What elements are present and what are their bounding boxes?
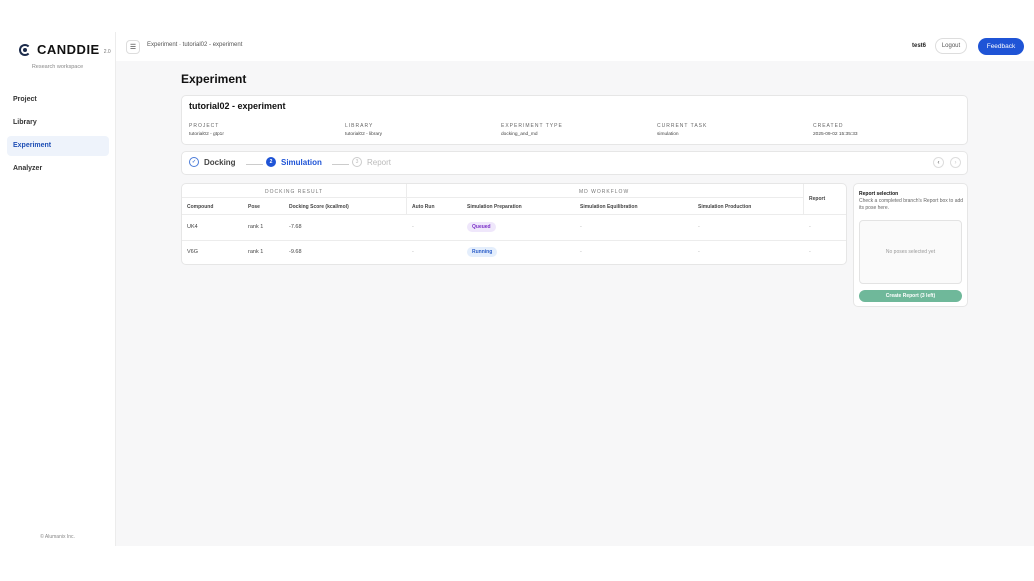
report-selection-panel: Report selection Check a completed branc… <box>853 183 968 307</box>
cell-score: -7.68 <box>289 224 302 230</box>
topbar: ☰ Experiment · tutorial02 - experiment t… <box>116 32 1034 61</box>
cell-report[interactable]: - <box>809 224 811 230</box>
cell-pose: rank 1 <box>248 249 264 255</box>
experiment-info-card: tutorial02 - experiment PROJECT tutorial… <box>181 95 968 145</box>
status-badge-running: Running <box>467 247 498 257</box>
status-badge-queued: Queued <box>467 222 496 232</box>
step-docking[interactable]: ✓ Docking <box>189 157 236 167</box>
cell-auto-run: - <box>412 224 414 230</box>
header-report: Report <box>809 196 826 202</box>
chevron-right-icon: › <box>954 159 957 166</box>
app-window: CANDDIE 2.0 Research workspace Project L… <box>0 32 1034 546</box>
feedback-button[interactable]: Feedback <box>978 38 1024 55</box>
brand-name: CANDDIE <box>37 42 100 57</box>
header-auto-run: Auto Run <box>412 204 435 210</box>
step-label: Docking <box>204 157 236 167</box>
breadcrumb[interactable]: Experiment · tutorial02 - experiment <box>147 42 242 48</box>
step-number-badge: 3 <box>352 157 362 167</box>
hamburger-icon: ☰ <box>129 44 137 51</box>
info-value: 2025-09-02 15:35:33 <box>813 132 858 137</box>
report-panel-description: Check a completed branch's Report box to… <box>859 198 964 211</box>
header-sim-prep: Simulation Preparation <box>467 204 522 210</box>
page-title: Experiment <box>181 72 247 86</box>
step-number-badge: 2 <box>266 157 276 167</box>
info-label: EXPERIMENT TYPE <box>501 123 563 129</box>
group-header-docking: DOCKING RESULT <box>265 189 324 195</box>
info-label: CREATED <box>813 123 844 129</box>
info-label: CURRENT TASK <box>657 123 708 129</box>
cell-report[interactable]: - <box>809 249 811 255</box>
info-created: CREATED 2025-09-02 15:35:33 <box>813 123 858 137</box>
header-divider <box>182 197 803 198</box>
simulation-table: DOCKING RESULT MD WORKFLOW Report Compou… <box>181 183 847 265</box>
cell-score: -9.68 <box>289 249 302 255</box>
sidebar-item-experiment[interactable]: Experiment <box>7 136 109 156</box>
next-step-button[interactable]: › <box>950 157 961 168</box>
copyright: © Alumanix Inc. <box>40 534 75 540</box>
report-panel-title: Report selection <box>859 191 899 197</box>
cell-equil: - <box>580 249 582 255</box>
empty-state-text: No poses selected yet <box>885 249 936 255</box>
column-divider <box>803 184 804 214</box>
brand-subtitle: Research workspace <box>31 64 84 70</box>
cell-equil: - <box>580 224 582 230</box>
brand[interactable]: CANDDIE 2.0 <box>19 42 111 57</box>
sidebar: CANDDIE 2.0 Research workspace Project L… <box>0 32 116 546</box>
cell-auto-run: - <box>412 249 414 255</box>
info-experiment-type: EXPERIMENT TYPE docking_and_md <box>501 123 563 137</box>
info-value: tutorial02 - library <box>345 132 383 137</box>
logout-button[interactable]: Logout <box>935 38 967 54</box>
main-content: ☰ Experiment · tutorial02 - experiment t… <box>116 32 1034 546</box>
info-project: PROJECT tutorial02 - gtp1r <box>189 123 224 137</box>
info-value: simulation <box>657 132 679 137</box>
check-icon: ✓ <box>189 157 199 167</box>
header-pose: Pose <box>248 204 260 210</box>
sidebar-nav: Project Library Experiment Analyzer <box>7 90 109 182</box>
step-label: Simulation <box>281 157 322 167</box>
header-sim-equil: Simulation Equilibration <box>580 204 638 210</box>
info-current-task: CURRENT TASK simulation <box>657 123 707 137</box>
row-divider <box>182 240 846 241</box>
experiment-name: tutorial02 - experiment <box>189 101 286 111</box>
header-sim-prod: Simulation Production <box>698 204 752 210</box>
chevron-left-icon: ‹ <box>937 159 940 166</box>
step-report[interactable]: 3 Report <box>352 157 391 167</box>
sidebar-item-analyzer[interactable]: Analyzer <box>7 159 109 179</box>
selected-poses-box: No poses selected yet <box>859 220 962 284</box>
cell-prod: - <box>698 224 700 230</box>
step-label: Report <box>367 157 392 167</box>
group-header-md: MD WORKFLOW <box>579 189 630 195</box>
header-docking-score: Docking Score (kcal/mol) <box>289 204 349 210</box>
info-value: docking_and_md <box>501 132 538 137</box>
info-label: PROJECT <box>189 123 220 129</box>
header-compound: Compound <box>187 204 214 210</box>
step-connector <box>246 164 263 165</box>
brand-logo-icon <box>19 43 31 56</box>
create-report-button[interactable]: Create Report (3 left) <box>859 290 962 302</box>
cell-compound: UK4 <box>187 224 198 230</box>
brand-version: 2.0 <box>103 48 111 55</box>
step-connector <box>332 164 349 165</box>
column-divider <box>406 184 407 214</box>
cell-compound: V6G <box>187 249 199 255</box>
info-value: tutorial02 - gtp1r <box>189 132 224 137</box>
sidebar-item-project[interactable]: Project <box>7 90 109 110</box>
workflow-stepper: ✓ Docking 2 Simulation 3 Report ‹ › <box>181 151 968 175</box>
sidebar-item-library[interactable]: Library <box>7 113 109 133</box>
prev-step-button[interactable]: ‹ <box>933 157 944 168</box>
info-library: LIBRARY tutorial02 - library <box>345 123 382 137</box>
menu-toggle-button[interactable]: ☰ <box>126 40 140 54</box>
user-name: test6 <box>912 43 927 49</box>
cell-pose: rank 1 <box>248 224 264 230</box>
row-divider <box>182 214 846 215</box>
cell-prod: - <box>698 249 700 255</box>
step-simulation[interactable]: 2 Simulation <box>266 157 322 167</box>
info-label: LIBRARY <box>345 123 374 129</box>
